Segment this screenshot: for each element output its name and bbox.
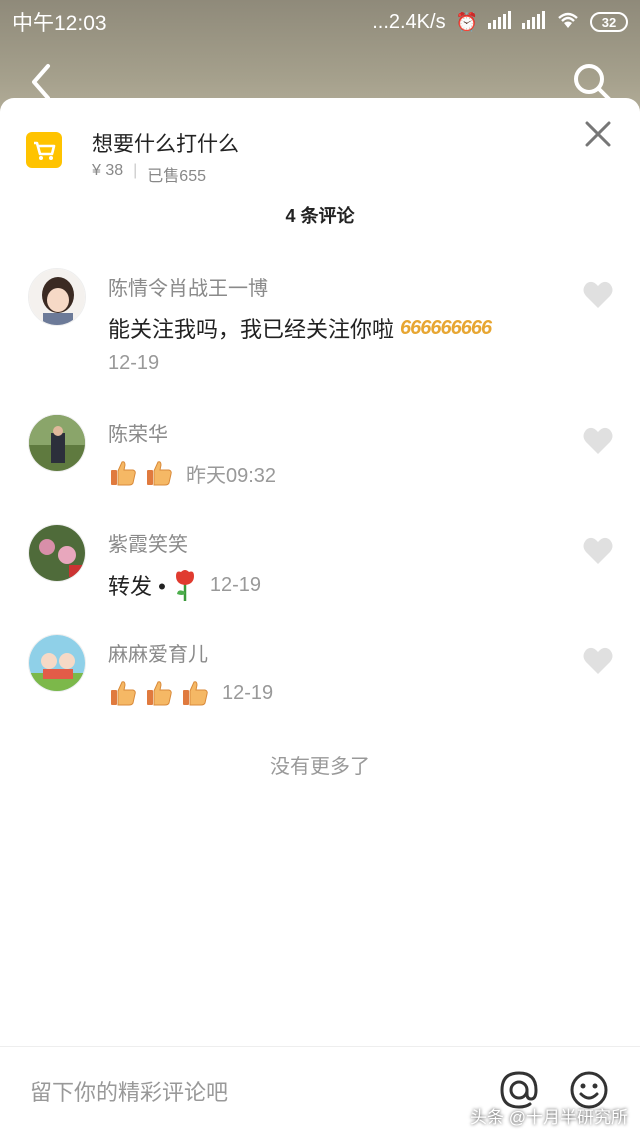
rose-icon — [175, 570, 194, 601]
product-sold: 已售655 — [147, 168, 206, 185]
thumbs-up-icon — [111, 681, 136, 706]
comment-date: 昨天09:32 — [186, 464, 277, 487]
avatar[interactable] — [28, 524, 86, 582]
status-bar: 中午12:03 ...2.4K/s ⏰ 32 — [0, 0, 640, 44]
product-meta: ¥ 38 | 已售655 — [92, 162, 206, 186]
heart-icon — [583, 537, 613, 564]
close-button[interactable] — [584, 120, 612, 148]
comment-text: 12-19 — [108, 678, 273, 708]
comments-sheet: 想要什么打什么 ¥ 38 | 已售655 4 条评论 陈情令肖战王一博 能关注我… — [0, 98, 640, 1138]
no-more-text: 没有更多了 — [270, 756, 370, 778]
thumbs-up-icon — [147, 681, 172, 706]
like-button[interactable] — [582, 536, 614, 566]
close-icon — [585, 121, 611, 147]
emoji-666: 666666666 — [400, 316, 492, 339]
heart-icon — [583, 647, 613, 674]
thumbs-up-icon — [183, 681, 208, 706]
comment-date: 12-19 — [209, 573, 261, 596]
comment-date: 12-19 — [108, 352, 160, 374]
back-button[interactable] — [24, 62, 60, 102]
comment-text: 转发 • 12-19 — [108, 568, 261, 602]
comment-message: 能关注我吗，我已经关注你啦 — [108, 317, 395, 342]
comment-author[interactable]: 紫霞笑笑 — [108, 528, 188, 557]
watermark: 头条 @十月半研究所 — [470, 1108, 628, 1127]
avatar[interactable] — [28, 268, 86, 326]
comment-item: 麻麻爱育儿 12-19 — [0, 634, 640, 734]
like-button[interactable] — [582, 646, 614, 676]
product-price: ¥ 38 — [92, 162, 124, 179]
meta-divider: | — [133, 162, 138, 179]
cart-icon — [26, 132, 62, 168]
battery-icon: 32 — [590, 12, 628, 32]
thumbs-up-icon — [147, 461, 172, 486]
search-button[interactable] — [572, 62, 612, 102]
product-card[interactable]: 想要什么打什么 ¥ 38 | 已售655 — [26, 128, 546, 186]
comment-item: 陈荣华 昨天09:32 — [0, 414, 640, 514]
avatar[interactable] — [28, 634, 86, 692]
signal-icon — [488, 10, 512, 34]
comments-count: 4 条评论 — [285, 206, 355, 226]
comment-author[interactable]: 陈情令肖战王一博 — [108, 272, 268, 301]
like-button[interactable] — [582, 280, 614, 310]
comment-text: 昨天09:32 — [108, 458, 276, 488]
thumbs-up-icon — [111, 461, 136, 486]
search-icon — [574, 64, 611, 101]
status-icons: ...2.4K/s ⏰ 32 — [372, 10, 628, 34]
comment-text: 能关注我吗，我已经关注你啦 666666666 — [108, 312, 492, 344]
product-title: 想要什么打什么 — [92, 133, 239, 156]
comment-input-bar: 头条 @十月半研究所 — [0, 1046, 640, 1138]
comment-input[interactable] — [30, 1075, 450, 1111]
avatar[interactable] — [28, 414, 86, 472]
network-speed: ...2.4K/s — [372, 10, 446, 33]
comment-item: 陈情令肖战王一博 能关注我吗，我已经关注你啦 666666666 12-19 — [0, 268, 640, 374]
comment-message: 转发 • — [108, 574, 166, 599]
heart-icon — [583, 281, 613, 308]
hd-signal-icon — [522, 10, 546, 34]
status-time: 中午12:03 — [12, 12, 107, 35]
heart-icon — [583, 427, 613, 454]
like-button[interactable] — [582, 426, 614, 456]
comment-item: 紫霞笑笑 转发 • 12-19 — [0, 524, 640, 624]
comment-author[interactable]: 麻麻爱育儿 — [108, 638, 208, 667]
comment-author[interactable]: 陈荣华 — [108, 418, 168, 447]
comment-date: 12-19 — [222, 681, 274, 704]
wifi-icon — [556, 11, 580, 34]
alarm-icon: ⏰ — [455, 11, 478, 32]
chevron-left-icon — [32, 64, 50, 100]
